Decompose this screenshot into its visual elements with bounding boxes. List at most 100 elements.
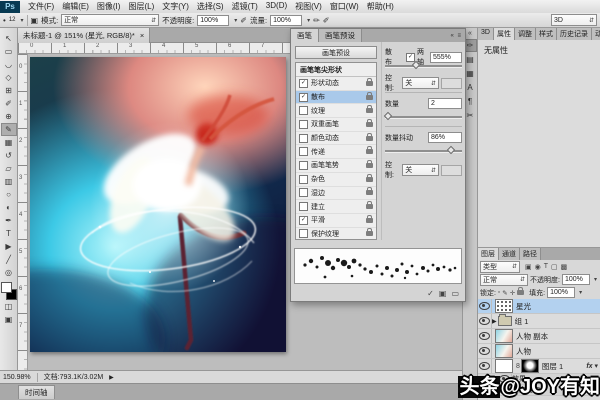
brush-tab-画笔[interactable]: 画笔 xyxy=(291,29,319,42)
flow-input[interactable]: 100% xyxy=(270,15,302,26)
lock-transparent-icon[interactable]: ▫ xyxy=(498,289,500,296)
foreground-color-swatch[interactable] xyxy=(1,282,12,293)
status-arrow-icon[interactable]: ▶ xyxy=(109,374,114,381)
menu-item-8[interactable]: 视图(V) xyxy=(291,1,326,12)
checkbox-颜色动态[interactable] xyxy=(299,134,308,143)
menu-item-6[interactable]: 滤镜(T) xyxy=(228,1,262,12)
visibility-eye-icon[interactable] xyxy=(479,362,490,370)
mode-select[interactable]: 正常⇵ xyxy=(61,14,159,26)
lock-icon[interactable] xyxy=(366,108,373,113)
checkbox-平滑[interactable]: ✓ xyxy=(299,216,308,225)
tab-图层[interactable]: 图层 xyxy=(478,248,499,260)
brush-preset-icon[interactable]: • xyxy=(3,16,6,25)
dodge-tool[interactable]: ◐ xyxy=(1,201,17,214)
tab-历史记录[interactable]: 历史记录 xyxy=(557,28,592,40)
move-tool[interactable]: ↖ xyxy=(1,32,17,45)
tab-路径[interactable]: 路径 xyxy=(520,248,541,260)
lock-icon[interactable] xyxy=(366,190,373,195)
layer-thumbnail[interactable] xyxy=(495,344,513,358)
layer-opacity-input[interactable]: 100% xyxy=(562,274,590,285)
both-axes-checkbox[interactable]: ✓ xyxy=(406,53,415,62)
filter-smart-object-icon[interactable]: ▩ xyxy=(561,263,568,271)
color-swatches[interactable] xyxy=(1,282,17,300)
layer-row-人物[interactable]: 人物 xyxy=(478,344,600,359)
tab-样式[interactable]: 样式 xyxy=(536,28,557,40)
brush-option-纹理[interactable]: 纹理 xyxy=(296,104,376,118)
brush-size-value[interactable]: 12 xyxy=(9,17,16,23)
checkbox-散布[interactable]: ✓ xyxy=(299,93,308,102)
checkbox-双重画笔[interactable] xyxy=(299,120,308,129)
clone-stamp-tool[interactable]: ▦ xyxy=(1,136,17,149)
tab-通道[interactable]: 通道 xyxy=(499,248,520,260)
tab-timeline[interactable]: 时间轴 xyxy=(18,385,55,399)
count-slider[interactable] xyxy=(385,113,462,120)
checkbox-纹理[interactable] xyxy=(299,106,308,115)
lock-icon[interactable] xyxy=(366,218,373,223)
screen-mode-button[interactable]: ▣ xyxy=(1,313,17,326)
menu-item-1[interactable]: 编辑(E) xyxy=(58,1,93,12)
layer-row-星光[interactable]: 星光 xyxy=(478,299,600,314)
lock-icon[interactable] xyxy=(366,149,373,154)
opacity-caret-icon[interactable]: ▾ xyxy=(234,17,237,24)
lock-icon[interactable] xyxy=(366,136,373,141)
brush-option-散布[interactable]: ✓散布 xyxy=(296,91,376,105)
fx-icon[interactable]: fx ▾ xyxy=(586,362,600,370)
new-brush-icon[interactable]: ▣ xyxy=(439,289,447,298)
brush-option-湿边[interactable]: 湿边 xyxy=(296,187,376,201)
checkbox-湿边[interactable] xyxy=(299,188,308,197)
brush-option-杂色[interactable]: 杂色 xyxy=(296,173,376,187)
filter-type-icon[interactable]: T xyxy=(544,263,548,271)
opacity-input[interactable]: 100% xyxy=(197,15,229,26)
visibility-eye-icon[interactable] xyxy=(479,347,490,355)
pen-tool[interactable]: ✒ xyxy=(1,214,17,227)
brush-option-建立[interactable]: 建立 xyxy=(296,200,376,214)
checkbox-形状动态[interactable]: ✓ xyxy=(299,79,308,88)
lock-paint-icon[interactable]: ✎ xyxy=(502,289,507,297)
menu-item-4[interactable]: 文字(Y) xyxy=(158,1,193,12)
line-tool[interactable]: ╱ xyxy=(1,253,17,266)
lock-preview-icon[interactable]: ✓ xyxy=(427,289,434,298)
lock-icon[interactable] xyxy=(366,204,373,209)
document-tab[interactable]: 未标题-1 @ 151% (星光, RGB/8)* × xyxy=(18,28,150,43)
lock-icon[interactable] xyxy=(366,81,373,86)
eraser-tool[interactable]: ▱ xyxy=(1,162,17,175)
layer-fill-input[interactable]: 100% xyxy=(547,287,575,298)
menu-item-0[interactable]: 文件(F) xyxy=(24,1,58,12)
brush-option-平滑[interactable]: ✓平滑 xyxy=(296,214,376,228)
tab-属性[interactable]: 属性 xyxy=(494,28,515,40)
airbrush-icon[interactable]: ✏ xyxy=(313,16,320,25)
menu-item-7[interactable]: 3D(D) xyxy=(262,1,291,12)
filter-adjustment-icon[interactable]: ◉ xyxy=(535,263,541,271)
scatter-value-input[interactable]: 555% xyxy=(430,52,462,63)
count-input[interactable]: 2 xyxy=(428,98,462,109)
brush-option-双重画笔[interactable]: 双重画笔 xyxy=(296,118,376,132)
blur-tool[interactable]: ○ xyxy=(1,188,17,201)
control-select[interactable]: 关⇵ xyxy=(402,77,439,89)
brush-option-画笔笔势[interactable]: 画笔笔势 xyxy=(296,159,376,173)
lock-icon[interactable] xyxy=(366,231,373,236)
brush-tool[interactable]: ✎ xyxy=(1,123,17,136)
layer-row-组 1[interactable]: ▶组 1 xyxy=(478,314,600,329)
tab-调整[interactable]: 调整 xyxy=(515,28,536,40)
lock-icon[interactable] xyxy=(366,95,373,100)
menu-item-2[interactable]: 图像(I) xyxy=(93,1,125,12)
type-tool[interactable]: T xyxy=(1,227,17,240)
path-selection-tool[interactable]: ▶ xyxy=(1,240,17,253)
tab-动作[interactable]: 动作 xyxy=(592,28,600,40)
layer-thumbnail[interactable] xyxy=(495,329,513,343)
brush-option-保护纹理[interactable]: 保护纹理 xyxy=(296,228,376,240)
checkbox-保护纹理[interactable] xyxy=(299,229,308,238)
lock-all-icon[interactable] xyxy=(517,290,524,295)
tab-close-icon[interactable]: × xyxy=(140,31,144,40)
brush-presets-button[interactable]: 画笔预设 xyxy=(295,46,377,59)
group-caret-icon[interactable]: ▶ xyxy=(492,318,497,325)
brush-option-形状动态[interactable]: ✓形状动态 xyxy=(296,77,376,91)
workspace-select[interactable]: 3D⇵ xyxy=(551,14,597,26)
brush-option-颜色动态[interactable]: 颜色动态 xyxy=(296,132,376,146)
pressure-opacity-icon[interactable]: ✐ xyxy=(240,16,247,25)
brush-tab-画笔预设[interactable]: 画笔预设 xyxy=(319,29,362,42)
lock-icon[interactable] xyxy=(366,177,373,182)
filter-image-icon[interactable]: ▣ xyxy=(525,263,532,271)
brush-tip-shape-item[interactable]: 画笔笔尖形状 xyxy=(296,63,376,77)
count-jitter-input[interactable]: 86% xyxy=(428,132,462,143)
